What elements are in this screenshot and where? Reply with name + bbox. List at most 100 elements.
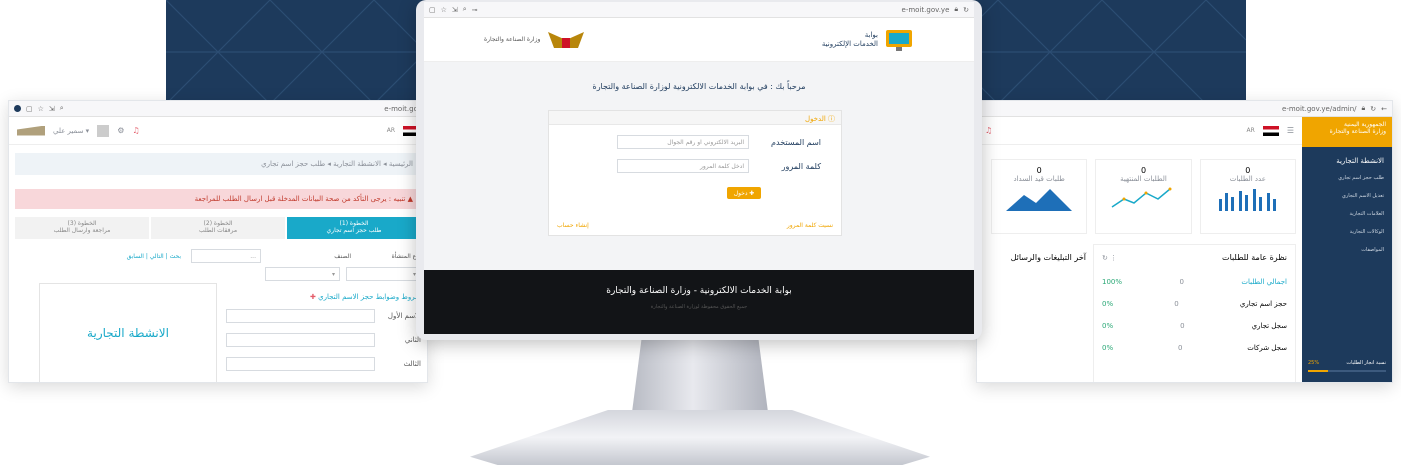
center-footer: بوابة الخدمات الالكترونية - وزارة الصناع… bbox=[424, 270, 974, 334]
summary-card: نظرة عامة للطلبات ⋮ ↻ اجمالي الطلبات 0 100%… bbox=[1093, 244, 1296, 382]
left-screen: ▢ ☆ ⇲ ⌕ e-moit.gov سمير علي ▾ ⚙ ♫ AR الر… bbox=[8, 100, 428, 383]
username-row: اسم المستخدم البريد الالكتروني او رقم ال… bbox=[549, 125, 841, 149]
bar-chart-icon bbox=[1218, 189, 1276, 211]
user-menu[interactable]: سمير علي ▾ bbox=[53, 127, 89, 135]
login-card-header: ⓘ الدخول bbox=[549, 111, 841, 125]
first-name-label: الاسم الأول bbox=[387, 312, 421, 320]
ministry-logo: وزارة الصناعة والتجارة bbox=[484, 28, 586, 52]
left-logo bbox=[17, 125, 45, 136]
second-name-input[interactable] bbox=[226, 333, 375, 347]
first-name-input[interactable] bbox=[226, 309, 375, 323]
summary-row: سجل شركات 0 0% bbox=[1102, 344, 1287, 352]
third-name-input[interactable] bbox=[226, 357, 375, 371]
progress-bar bbox=[1308, 370, 1328, 372]
summary-row: سجل تجاري 0 0% bbox=[1102, 322, 1287, 330]
center-share-icon[interactable]: ⇲ bbox=[452, 6, 458, 14]
forgot-password-link[interactable]: نسيت كلمة المرور bbox=[787, 222, 833, 229]
right-screen: e-moit.gov.ye/admin/ 🔒︎ ↻ ← ♫ AR ☰ الجمه… bbox=[976, 100, 1393, 383]
org-header: الجمهورية اليمنية وزارة الصناعة والتجارة bbox=[1302, 117, 1392, 147]
right-lang-label[interactable]: AR bbox=[1247, 127, 1255, 134]
left-browser-bar: ▢ ☆ ⇲ ⌕ e-moit.gov bbox=[9, 101, 427, 117]
stat-card-done: 0 الطلبات المنتهية bbox=[1095, 159, 1192, 234]
star-icon[interactable]: ☆ bbox=[38, 105, 44, 113]
login-links: إنشاء حساب نسيت كلمة المرور bbox=[557, 222, 833, 229]
welcome-text: مرحباً بك : في بوابة الخدمات الالكترونية… bbox=[592, 82, 806, 91]
class-label: الصنف bbox=[334, 252, 351, 260]
eagle-emblem-icon bbox=[548, 31, 585, 48]
right-browser-bar: e-moit.gov.ye/admin/ 🔒︎ ↻ ← bbox=[977, 101, 1392, 117]
create-account-link[interactable]: إنشاء حساب bbox=[557, 222, 589, 229]
sidebar-item-activities[interactable]: الانشطة التجارية bbox=[1302, 147, 1392, 169]
lang-label[interactable]: AR bbox=[387, 127, 395, 134]
notify-icon[interactable]: ♫ bbox=[985, 126, 992, 135]
center-lock-icon: 🔒︎ bbox=[954, 5, 959, 13]
warning-icon: ▲ bbox=[405, 195, 413, 203]
center-url[interactable]: e-moit.gov.ye bbox=[902, 6, 950, 14]
share-icon[interactable]: ⇲ bbox=[49, 105, 55, 113]
center-reload-icon[interactable]: ↻ bbox=[963, 6, 969, 14]
password-row: كلمة المرور ادخل كلمة المرور bbox=[549, 149, 841, 173]
login-card: ⓘ الدخول اسم المستخدم البريد الالكتروني … bbox=[548, 110, 842, 236]
pager-links[interactable]: بحث | التالي | السابق bbox=[127, 253, 181, 260]
sidebar-item-reserve[interactable]: طلب حجز اسم تجاري bbox=[1302, 169, 1392, 187]
activities-box: الانشطة التجارية bbox=[39, 283, 217, 382]
mountain-chart-icon bbox=[1006, 189, 1073, 211]
avatar[interactable] bbox=[97, 124, 110, 137]
third-name-label: الثالث bbox=[403, 360, 421, 368]
step-3[interactable]: الخطوة (3) مراجعة وارسال الطلب bbox=[15, 217, 149, 239]
sidebar-item-agencies[interactable]: الوكالات التجارية bbox=[1302, 223, 1392, 241]
center-browser-bar: ▢ ☆ ⇲ ⌕ ⊸ e-moit.gov.ye 🔒︎ ↻ bbox=[424, 2, 974, 18]
username-input[interactable]: البريد الالكتروني او رقم الجوال bbox=[617, 135, 749, 149]
login-actions: ✚ دخول bbox=[549, 173, 841, 199]
type-select[interactable]: ▾ bbox=[346, 267, 421, 281]
bell-icon[interactable]: ♫ bbox=[132, 126, 139, 135]
monitor-base bbox=[470, 410, 930, 465]
step-2[interactable]: الخطوة (2) مرفقات الطلب bbox=[151, 217, 285, 239]
footer-sub: جميع الحقوق محفوظة لوزارة الصناعة والتجا… bbox=[650, 304, 748, 310]
search-icon[interactable]: ⌕ bbox=[60, 104, 64, 113]
admin-sidebar: الجمهورية اليمنية وزارة الصناعة والتجارة … bbox=[1302, 117, 1392, 382]
center-header: وزارة الصناعة والتجارة بوابة الخدمات الإل… bbox=[424, 18, 974, 62]
login-button[interactable]: ✚ دخول bbox=[727, 187, 761, 199]
right-flag-icon bbox=[1262, 125, 1279, 136]
class-select[interactable]: ▾ bbox=[265, 267, 340, 281]
step-1[interactable]: الخطوة (1) طلب حجز اسم تجاري bbox=[287, 217, 421, 239]
browser-logo-icon bbox=[14, 105, 21, 112]
center-screen: ▢ ☆ ⇲ ⌕ ⊸ e-moit.gov.ye 🔒︎ ↻ وزارة الصنا… bbox=[424, 2, 974, 334]
gear-icon[interactable]: ⚙ bbox=[117, 126, 124, 135]
summary-row: اجمالي الطلبات 0 100% bbox=[1102, 278, 1287, 286]
menu-icon[interactable]: ☰ bbox=[1287, 126, 1294, 135]
sidebar-item-modify[interactable]: تعديل الاسم التجاري bbox=[1302, 187, 1392, 205]
center-search-icon[interactable]: ⌕ bbox=[463, 5, 467, 14]
sidebar-item-specs[interactable]: المواصفات bbox=[1302, 241, 1392, 259]
reload-icon[interactable]: ↻ bbox=[1370, 105, 1376, 113]
refresh-icon[interactable]: ⋮ ↻ bbox=[1102, 254, 1117, 262]
messages-title: آخر التبليغات والرسائل bbox=[1010, 253, 1086, 262]
second-name-label: الثاني bbox=[404, 336, 421, 344]
filter-input[interactable]: ... bbox=[191, 249, 261, 263]
key-icon[interactable]: ⊸ bbox=[472, 6, 478, 14]
password-input[interactable]: ادخل كلمة المرور bbox=[617, 159, 749, 173]
breadcrumb: الرئيسية ◂ الانشطة التجارية ◂ طلب حجز اس… bbox=[15, 153, 421, 175]
username-label: اسم المستخدم bbox=[771, 137, 821, 147]
tabs-icon[interactable]: ▢ bbox=[26, 105, 33, 113]
portal-logo: بوابة الخدمات الإلكترونية bbox=[822, 28, 914, 52]
footer-title: بوابة الخدمات الالكترونية - وزارة الصناع… bbox=[606, 286, 792, 296]
center-star-icon[interactable]: ☆ bbox=[441, 6, 447, 14]
summary-row: حجز اسم تجاري 0 0% bbox=[1102, 300, 1287, 308]
monitor-stand bbox=[631, 335, 769, 420]
terms-link[interactable]: شروط وضوابط حجز الاسم التجاري ✚ bbox=[226, 293, 421, 301]
progress-block: 25% نسبة انجاز الطلبات bbox=[1308, 360, 1386, 366]
lock-icon: 🔒︎ bbox=[1361, 104, 1366, 112]
stat-card-pending: 0 طلبات قيد السداد bbox=[991, 159, 1088, 234]
portal-monitor-icon bbox=[886, 29, 912, 51]
info-icon: ⓘ bbox=[828, 115, 835, 123]
right-url[interactable]: e-moit.gov.ye/admin/ bbox=[1282, 105, 1357, 113]
back-icon[interactable]: ← bbox=[1381, 105, 1387, 113]
password-label: كلمة المرور bbox=[781, 161, 821, 171]
type-label: نوع المنشأة bbox=[391, 252, 421, 260]
sidebar-item-marks[interactable]: العلامات التجارية bbox=[1302, 205, 1392, 223]
line-chart-icon bbox=[1112, 187, 1172, 208]
stat-card-total: 0 عدد الطلبات bbox=[1199, 159, 1296, 234]
sidebar-toggle-icon[interactable]: ▢ bbox=[429, 6, 436, 14]
